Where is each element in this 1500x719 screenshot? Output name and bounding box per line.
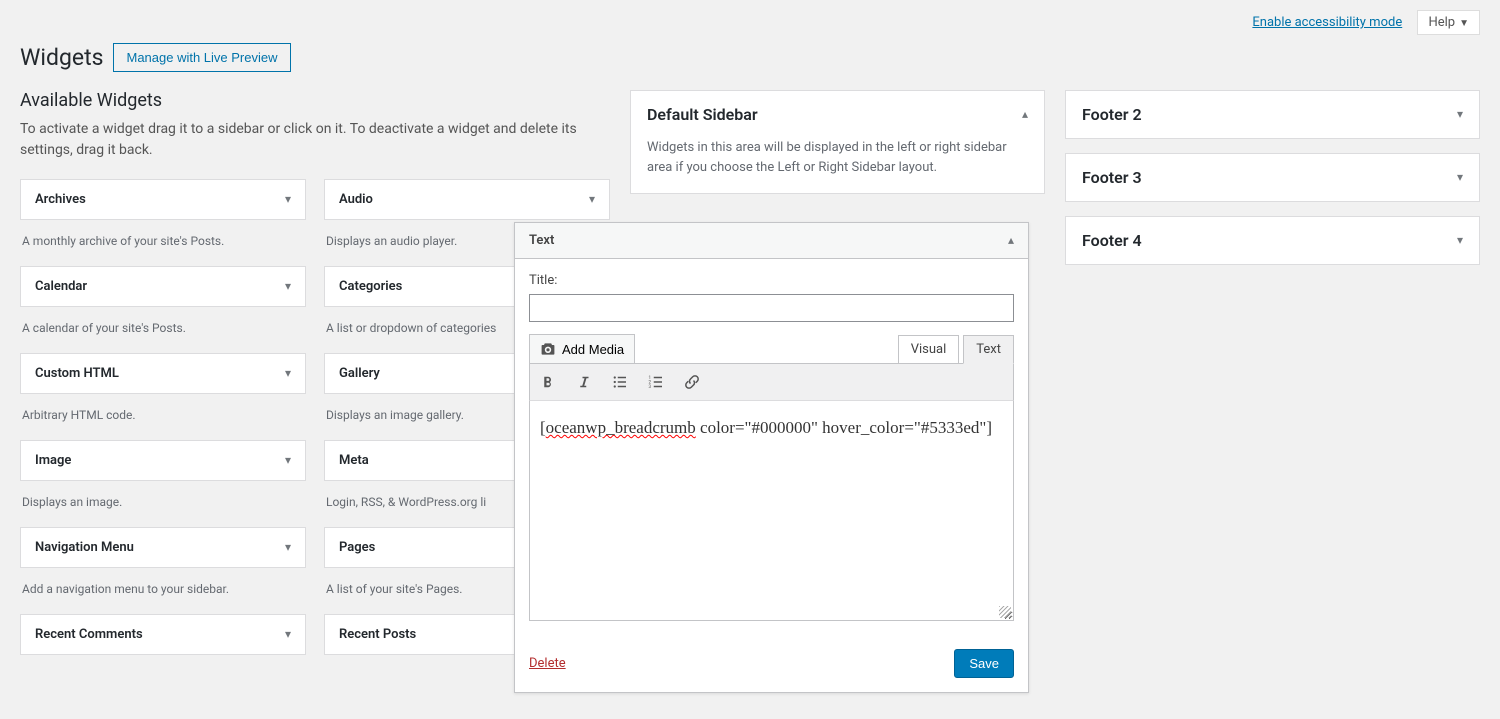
- widget-label: Image: [35, 453, 71, 468]
- widget-image[interactable]: Image: [20, 440, 306, 481]
- widget-calendar[interactable]: Calendar: [20, 266, 306, 307]
- widget-label: Recent Posts: [339, 627, 416, 642]
- help-label: Help: [1428, 15, 1455, 30]
- widget-audio[interactable]: Audio: [324, 179, 610, 220]
- chevron-down-icon: [589, 192, 595, 207]
- tab-text[interactable]: Text: [963, 335, 1014, 364]
- help-button[interactable]: Help ▼: [1417, 10, 1480, 35]
- sidebar-footer-2[interactable]: Footer 2: [1065, 90, 1480, 139]
- delete-link[interactable]: Delete: [529, 656, 566, 671]
- widget-label: Navigation Menu: [35, 540, 134, 555]
- text-widget-name: Text: [529, 233, 554, 248]
- widget-desc: Arbitrary HTML code.: [20, 394, 306, 440]
- default-sidebar-header[interactable]: Default Sidebar: [631, 91, 1044, 138]
- default-sidebar-desc: Widgets in this area will be displayed i…: [631, 138, 1044, 193]
- chevron-down-icon: [1457, 170, 1463, 185]
- widget-label: Archives: [35, 192, 86, 207]
- bold-button[interactable]: [536, 368, 560, 396]
- chevron-down-icon: [285, 279, 291, 294]
- widget-label: Calendar: [35, 279, 87, 294]
- chevron-down-icon: [285, 453, 291, 468]
- chevron-down-icon: [1457, 233, 1463, 248]
- bullet-list-button[interactable]: [608, 368, 632, 396]
- available-widgets-title: Available Widgets: [20, 90, 610, 111]
- numbered-list-button[interactable]: 123: [644, 368, 668, 396]
- add-media-button[interactable]: Add Media: [529, 334, 635, 364]
- widget-desc: Displays an image.: [20, 481, 306, 527]
- chevron-down-icon: [285, 192, 291, 207]
- widget-archives[interactable]: Archives: [20, 179, 306, 220]
- default-sidebar-box: Default Sidebar Widgets in this area wil…: [630, 90, 1045, 194]
- chevron-up-icon: [1022, 107, 1028, 122]
- italic-button[interactable]: [572, 368, 596, 396]
- widget-label: Gallery: [339, 366, 380, 381]
- footer-label: Footer 4: [1082, 231, 1142, 250]
- enable-accessibility-link[interactable]: Enable accessibility mode: [1252, 15, 1402, 30]
- add-media-label: Add Media: [562, 342, 624, 357]
- chevron-down-icon: [285, 540, 291, 555]
- editor-toolbar: 123: [529, 363, 1014, 401]
- widget-desc: A calendar of your site's Posts.: [20, 307, 306, 353]
- widget-label: Pages: [339, 540, 375, 555]
- chevron-down-icon: [285, 366, 291, 381]
- sidebar-footer-4[interactable]: Footer 4: [1065, 216, 1480, 265]
- save-button[interactable]: Save: [954, 649, 1014, 678]
- footer-label: Footer 3: [1082, 168, 1142, 187]
- widget-custom-html[interactable]: Custom HTML: [20, 353, 306, 394]
- widget-label: Custom HTML: [35, 366, 119, 381]
- chevron-down-icon: [285, 627, 291, 642]
- default-sidebar-title: Default Sidebar: [647, 105, 758, 124]
- widget-title-input[interactable]: [529, 294, 1014, 322]
- title-label: Title:: [529, 273, 1014, 288]
- widget-desc: A monthly archive of your site's Posts.: [20, 220, 306, 266]
- sidebar-footer-3[interactable]: Footer 3: [1065, 153, 1480, 202]
- widget-label: Audio: [339, 192, 373, 207]
- widget-label: Categories: [339, 279, 402, 294]
- link-button[interactable]: [680, 368, 704, 396]
- text-widget-header[interactable]: Text: [515, 223, 1028, 259]
- chevron-down-icon: [1457, 107, 1463, 122]
- camera-icon: [540, 341, 556, 357]
- text-widget-editor: Text Title: Add Media Visual Text: [514, 222, 1029, 693]
- chevron-up-icon: [1008, 233, 1014, 248]
- manage-live-preview-button[interactable]: Manage with Live Preview: [113, 43, 290, 72]
- widget-desc: Add a navigation menu to your sidebar.: [20, 568, 306, 614]
- widget-label: Recent Comments: [35, 627, 143, 642]
- resize-handle[interactable]: [999, 606, 1011, 618]
- chevron-down-icon: ▼: [1459, 18, 1469, 29]
- widget-recent-comments[interactable]: Recent Comments: [20, 614, 306, 655]
- available-widgets-desc: To activate a widget drag it to a sideba…: [20, 119, 610, 161]
- widget-navigation-menu[interactable]: Navigation Menu: [20, 527, 306, 568]
- page-title: Widgets: [20, 44, 103, 71]
- tab-visual[interactable]: Visual: [898, 335, 960, 364]
- widget-label: Meta: [339, 453, 369, 468]
- editor-content-area[interactable]: [oceanwp_breadcrumb color="#000000" hove…: [529, 401, 1014, 621]
- footer-label: Footer 2: [1082, 105, 1142, 124]
- svg-text:3: 3: [649, 384, 652, 390]
